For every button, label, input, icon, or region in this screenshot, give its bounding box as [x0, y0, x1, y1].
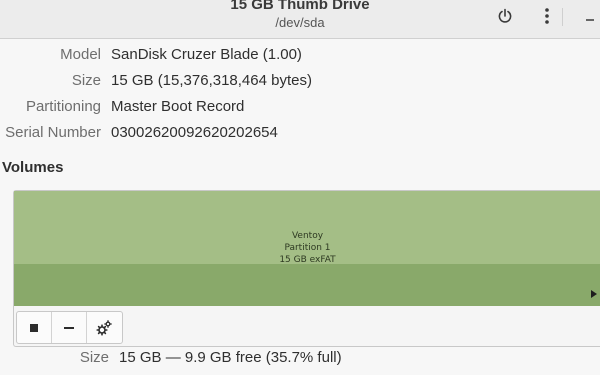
- serial-number-value: 03002620092620202654: [111, 124, 278, 141]
- partitioning-value: Master Boot Record: [111, 98, 245, 115]
- serial-number-row: Serial Number 03002620092620202654: [0, 124, 600, 146]
- delete-partition-button[interactable]: [52, 312, 87, 343]
- gears-icon: [96, 319, 112, 336]
- serial-number-label: Serial Number: [5, 124, 101, 141]
- drive-menu-button[interactable]: [534, 4, 560, 28]
- vertical-dots-menu-icon: [545, 8, 549, 24]
- partition-filesystem: 15 GB exFAT: [279, 255, 336, 265]
- minimize-icon: [586, 19, 594, 21]
- power-off-button[interactable]: [492, 4, 518, 28]
- play-arrow-icon: [591, 290, 597, 298]
- minus-icon: [64, 326, 74, 329]
- header-separator: [562, 8, 563, 26]
- partition-block[interactable]: Ventoy Partition 1 15 GB exFAT: [14, 191, 600, 306]
- size-label: Size: [71, 72, 101, 89]
- window-control-button[interactable]: [580, 4, 600, 28]
- header-bar: 15 GB Thumb Drive /dev/sda: [0, 0, 600, 39]
- partition-usage-band: [14, 264, 600, 306]
- model-value: SanDisk Cruzer Blade (1.00): [111, 46, 302, 63]
- volume-toolbar: [16, 311, 123, 344]
- partition-options-button[interactable]: [87, 312, 121, 343]
- size-row: Size 15 GB (15,376,318,464 bytes): [0, 72, 600, 94]
- model-label: Model: [60, 46, 101, 63]
- volumes-panel: Ventoy Partition 1 15 GB exFAT: [13, 190, 600, 347]
- stop-icon: [30, 323, 38, 332]
- partitioning-label: Partitioning: [25, 98, 101, 115]
- volumes-heading: Volumes: [2, 159, 64, 176]
- model-row: Model SanDisk Cruzer Blade (1.00): [0, 46, 600, 68]
- volume-size-value: 15 GB — 9.9 GB free (35.7% full): [119, 349, 342, 366]
- unmount-button[interactable]: [17, 312, 52, 343]
- volume-size-label: Size: [79, 349, 109, 366]
- partition-name: Ventoy: [291, 231, 324, 241]
- partition-number: Partition 1: [284, 243, 331, 253]
- size-value: 15 GB (15,376,318,464 bytes): [111, 72, 312, 89]
- power-icon: [498, 8, 512, 23]
- partitioning-row: Partitioning Master Boot Record: [0, 98, 600, 120]
